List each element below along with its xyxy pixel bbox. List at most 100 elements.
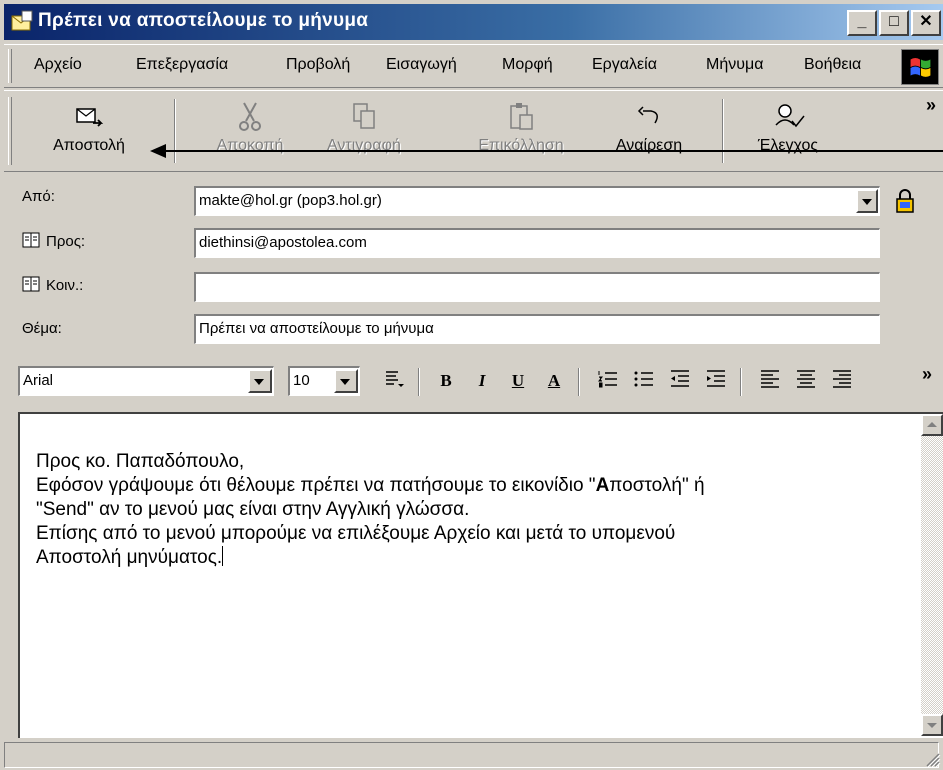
toolbar-separator [722, 99, 724, 163]
align-right-icon [833, 370, 851, 388]
format-separator [418, 368, 420, 396]
formatting-toolbar: Arial 10 B I U A » [0, 354, 943, 404]
body-line-4: Επίσης από το μενού μπορούμε να επιλέξου… [36, 523, 676, 544]
copy-button[interactable]: Αντιγραφή [306, 95, 422, 167]
menu-file[interactable]: Αρχείο [34, 56, 82, 74]
body-line-3: "Send" αν το μενού μας είναι στην Αγγλικ… [36, 499, 470, 520]
cc-label-text: Κοιν.: [46, 277, 84, 294]
toolbar-overflow-chevron[interactable]: » [926, 95, 936, 116]
italic-button[interactable]: I [468, 368, 496, 396]
numbered-list-button[interactable] [594, 368, 622, 396]
body-line-2-bold: Α [595, 475, 610, 496]
format-overflow-chevron[interactable]: » [922, 364, 932, 385]
align-center-button[interactable] [792, 368, 820, 396]
menu-bar: Αρχείο Επεξεργασία Προβολή Εισαγωγή Μορφ… [4, 44, 943, 88]
to-value: diethinsi@apostolea.com [199, 234, 367, 251]
underline-button[interactable]: U [504, 368, 532, 396]
maximize-button[interactable]: □ [879, 10, 909, 36]
status-bar [0, 740, 943, 770]
menu-view[interactable]: Προβολή [286, 56, 350, 74]
from-value: makte@hol.gr (pop3.hol.gr) [199, 192, 382, 209]
toolbar-grip[interactable] [8, 97, 12, 165]
send-button[interactable]: Αποστολή [26, 95, 152, 167]
font-size-select[interactable]: 10 [288, 366, 360, 396]
toolbar-separator [174, 99, 176, 163]
body-line-5: Αποστολή μηνύματος. [36, 547, 223, 568]
format-separator [578, 368, 580, 396]
to-label[interactable]: Προς: [22, 232, 85, 250]
cc-field[interactable] [194, 272, 880, 302]
menu-help[interactable]: Βοήθεια [804, 56, 861, 74]
window-title: Πρέπει να αποστείλουμε το μήνυμα [38, 10, 369, 31]
cc-label[interactable]: Κοιν.: [22, 276, 83, 294]
align-left-icon [761, 370, 779, 388]
undo-button[interactable]: Αναίρεση [604, 95, 694, 167]
align-right-button[interactable] [828, 368, 856, 396]
font-name-value: Arial [23, 372, 54, 389]
bullet-list-button[interactable] [630, 368, 658, 396]
menu-insert[interactable]: Εισαγωγή [386, 56, 457, 74]
copy-label: Αντιγραφή [327, 137, 401, 154]
subject-label: Θέμα: [22, 320, 62, 337]
paragraph-style-button[interactable] [380, 368, 408, 396]
menu-edit[interactable]: Επεξεργασία [136, 56, 228, 74]
font-name-select[interactable]: Arial [18, 366, 274, 396]
body-line-1: Προς κο. Παπαδόπουλο, [36, 451, 245, 472]
windows-logo-icon [901, 49, 939, 85]
paste-button[interactable]: Επικόλληση [466, 95, 576, 167]
title-bar[interactable]: Πρέπει να αποστείλουμε το μήνυμα _ □ ✕ [4, 4, 943, 40]
close-button[interactable]: ✕ [911, 10, 941, 36]
check-names-button[interactable]: Έλεγχος [740, 95, 836, 167]
from-dropdown-arrow[interactable] [856, 189, 878, 213]
numbered-list-icon [598, 371, 617, 388]
font-name-dropdown-arrow[interactable] [248, 369, 272, 393]
body-line-2a: Εφόσον γράψουμε ότι θέλουμε πρέπει να πα… [36, 475, 596, 496]
send-icon [76, 108, 104, 127]
font-size-dropdown-arrow[interactable] [334, 369, 358, 393]
decrease-indent-button[interactable] [666, 368, 694, 396]
message-body[interactable]: Προς κο. Παπαδόπουλο, Εφόσον γράψουμε ότ… [18, 412, 943, 738]
menu-message[interactable]: Μήνυμα [706, 56, 763, 74]
scroll-down-button[interactable] [921, 714, 943, 736]
toolbar: Αποστολή Αποκοπή Αντιγραφή Επικόλληση Αν… [4, 90, 943, 172]
align-left-button[interactable] [756, 368, 784, 396]
annotation-arrow-line [164, 150, 943, 152]
format-separator [740, 368, 742, 396]
menubar-grip[interactable] [8, 49, 12, 83]
body-line-2b: ποστολή" ή [609, 475, 705, 496]
cut-label: Αποκοπή [216, 137, 284, 154]
from-label: Από: [22, 188, 55, 205]
decrease-indent-icon [671, 370, 689, 387]
undo-icon [637, 106, 658, 124]
increase-indent-button[interactable] [702, 368, 730, 396]
check-names-label: Έλεγχος [757, 137, 819, 154]
paragraph-style-icon [386, 371, 404, 387]
bold-button[interactable]: B [432, 368, 460, 396]
resize-grip-icon[interactable] [921, 748, 941, 768]
vertical-scrollbar[interactable] [921, 414, 943, 736]
compose-window: Πρέπει να αποστείλουμε το μήνυμα _ □ ✕ Α… [0, 0, 943, 770]
message-text: Προς κο. Παπαδόπουλο, Εφόσον γράψουμε ότ… [36, 450, 906, 570]
menu-format[interactable]: Μορφή [502, 56, 553, 74]
address-book-icon [22, 276, 40, 292]
cut-button[interactable]: Αποκοπή [200, 95, 300, 167]
minimize-button[interactable]: _ [847, 10, 877, 36]
status-pane [4, 742, 939, 768]
align-center-icon [797, 370, 815, 388]
text-caret [222, 546, 224, 566]
annotation-arrow-head [150, 144, 166, 158]
send-label: Αποστολή [53, 137, 125, 154]
increase-indent-icon [707, 370, 725, 387]
from-dropdown[interactable]: makte@hol.gr (pop3.hol.gr) [194, 186, 880, 216]
font-color-button[interactable]: A [540, 368, 568, 396]
to-field[interactable]: diethinsi@apostolea.com [194, 228, 880, 258]
window-controls: _ □ ✕ [847, 10, 943, 36]
envelope-icon [11, 10, 33, 31]
font-size-value: 10 [293, 372, 310, 389]
subject-field[interactable]: Πρέπει να αποστείλουμε το μήνυμα [194, 314, 880, 344]
paste-label: Επικόλληση [478, 137, 564, 154]
menu-tools[interactable]: Εργαλεία [592, 56, 657, 74]
scroll-up-button[interactable] [921, 414, 943, 436]
to-label-text: Προς: [46, 233, 86, 250]
undo-label: Αναίρεση [615, 137, 683, 154]
